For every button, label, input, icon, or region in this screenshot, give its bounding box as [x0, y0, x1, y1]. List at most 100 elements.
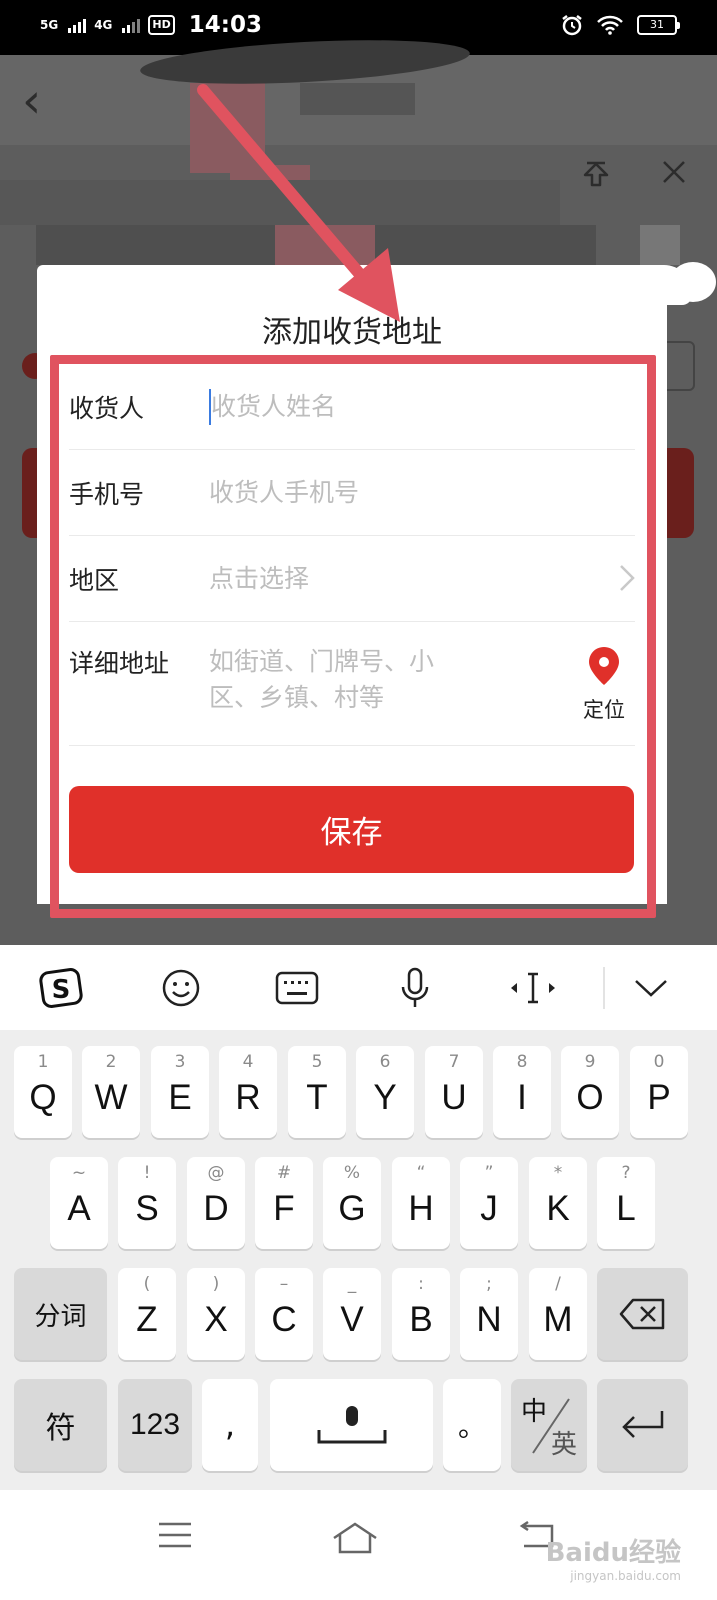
receiver-label: 收货人 [69, 393, 145, 423]
receiver-row[interactable]: 收货人 收货人姓名 [69, 364, 635, 450]
key-j[interactable]: ” J [460, 1157, 518, 1249]
detail-address-row[interactable]: 详细地址 如街道、门牌号、小 区、乡镇、村等 定位 [69, 622, 635, 746]
location-pin-icon [589, 647, 619, 685]
key-hint: 0 [653, 1052, 665, 1072]
locate-button[interactable]: 定位 [579, 646, 629, 724]
address-form: 收货人 收货人姓名 手机号 收货人手机号 地区 点击选择 详细地址 如街道、门牌… [69, 364, 635, 746]
key-label: M [543, 1300, 573, 1339]
key-i[interactable]: 8I [493, 1046, 551, 1138]
number-key[interactable]: 123 [118, 1379, 192, 1471]
keyboard: 1Q 2W 3E 4R 5T 6Y 7U 8I 9O 0P ~ A ! S @ D #… [0, 1030, 717, 1490]
comma-key[interactable]: , [202, 1379, 258, 1471]
key-y[interactable]: 6Y [356, 1046, 414, 1138]
signal-icon-2 [122, 17, 141, 33]
key-hint: – [279, 1274, 289, 1294]
save-button[interactable]: 保存 [69, 786, 634, 873]
key-x[interactable]: ) X [187, 1268, 245, 1360]
key-hint: ” [484, 1163, 494, 1183]
key-label: N [476, 1300, 502, 1339]
key-p[interactable]: 0P [630, 1046, 688, 1138]
key-hint: 2 [105, 1052, 117, 1072]
key-label: R [235, 1078, 261, 1117]
space-key[interactable] [270, 1379, 433, 1471]
space-mic-icon [270, 1379, 433, 1471]
locate-label: 定位 [583, 698, 625, 722]
watermark-sub: jingyan.baidu.com [570, 1569, 681, 1583]
toolbar-divider [603, 967, 605, 1009]
key-r[interactable]: 4R [219, 1046, 277, 1138]
key-label: 符 [45, 1411, 76, 1446]
key-f[interactable]: # F [255, 1157, 313, 1249]
keyboard-icon[interactable] [272, 965, 322, 1011]
key-s[interactable]: ! S [118, 1157, 176, 1249]
key-hint: ; [486, 1274, 492, 1294]
key-b[interactable]: :B [392, 1268, 450, 1360]
network-4g-label: 4G [94, 18, 113, 32]
phone-input[interactable]: 收货人手机号 [209, 475, 635, 511]
symbol-key[interactable]: 符 [14, 1379, 107, 1471]
key-hint: * [553, 1163, 563, 1183]
key-v[interactable]: _ V [323, 1268, 381, 1360]
key-label: 分词 [34, 1301, 87, 1332]
key-o[interactable]: 9O [561, 1046, 619, 1138]
chevron-right-icon [619, 564, 635, 600]
key-label: T [306, 1078, 328, 1117]
key-hint: 9 [584, 1052, 596, 1072]
split-words-key[interactable]: 分词 [14, 1268, 107, 1360]
key-g[interactable]: % G [323, 1157, 381, 1249]
key-hint: _ [347, 1274, 357, 1294]
key-u[interactable]: 7U [425, 1046, 483, 1138]
key-hint: 5 [311, 1052, 323, 1072]
chevron-down-icon[interactable] [626, 965, 676, 1011]
key-q[interactable]: 1Q [14, 1046, 72, 1138]
key-w[interactable]: 2W [82, 1046, 140, 1138]
blurred-region [300, 83, 415, 115]
blurred-region [275, 225, 375, 265]
key-l[interactable]: ? L [597, 1157, 655, 1249]
region-select[interactable]: 点击选择 [209, 561, 635, 597]
detail-address-placeholder-2: 区、乡镇、村等 [209, 683, 385, 712]
key-hint: ? [621, 1163, 631, 1183]
key-m[interactable]: / M [529, 1268, 587, 1360]
key-h[interactable]: “H [392, 1157, 450, 1249]
key-k[interactable]: * K [529, 1157, 587, 1249]
backspace-key[interactable] [597, 1268, 688, 1360]
key-a[interactable]: ~ A [50, 1157, 108, 1249]
cursor-move-icon[interactable] [508, 965, 558, 1011]
menu-icon[interactable] [155, 1520, 205, 1560]
key-hint: 1 [37, 1052, 49, 1072]
alarm-icon [562, 15, 582, 36]
detail-address-label: 详细地址 [69, 649, 170, 678]
key-t[interactable]: 5T [288, 1046, 346, 1138]
redaction-dot [670, 262, 716, 302]
key-label: D [203, 1189, 229, 1228]
key-e[interactable]: 3E [151, 1046, 209, 1138]
key-label: H [408, 1189, 434, 1228]
back-arrow-icon: ‹ [22, 73, 42, 129]
key-z[interactable]: (Z [118, 1268, 176, 1360]
sogou-logo-icon[interactable]: S [36, 965, 86, 1011]
microphone-icon[interactable] [390, 965, 440, 1011]
key-label: S [135, 1189, 159, 1228]
key-hint: ( [143, 1274, 151, 1294]
key-label: I [517, 1078, 527, 1117]
key-c[interactable]: – C [255, 1268, 313, 1360]
blurred-region [0, 180, 560, 225]
detail-address-input[interactable]: 如街道、门牌号、小 区、乡镇、村等 [209, 644, 509, 716]
language-switch-key[interactable]: 中 英 [511, 1379, 587, 1471]
region-row[interactable]: 地区 点击选择 [69, 536, 635, 622]
key-hint: 3 [174, 1052, 186, 1072]
key-n[interactable]: ; N [460, 1268, 518, 1360]
key-hint: 8 [516, 1052, 528, 1072]
key-hint: # [276, 1163, 292, 1183]
region-label: 地区 [69, 565, 120, 595]
phone-row[interactable]: 手机号 收货人手机号 [69, 450, 635, 536]
key-label: 。 [457, 1410, 486, 1443]
enter-key[interactable] [597, 1379, 688, 1471]
close-icon [663, 161, 685, 183]
home-icon[interactable] [330, 1520, 380, 1560]
emoji-icon[interactable] [156, 965, 206, 1011]
key-d[interactable]: @ D [187, 1157, 245, 1249]
receiver-name-input[interactable]: 收货人姓名 [209, 388, 635, 425]
period-key[interactable]: 。 [443, 1379, 501, 1471]
